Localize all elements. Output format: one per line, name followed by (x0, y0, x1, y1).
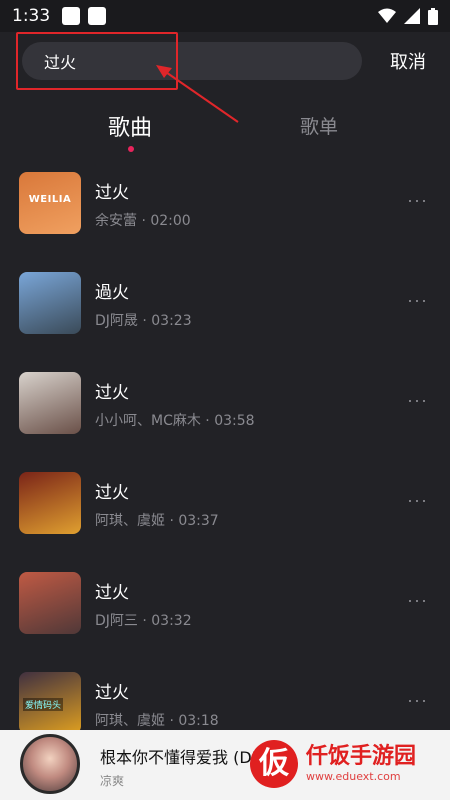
song-meta: 阿琪、虞姬 · 03:18 (95, 713, 219, 729)
song-list: WEILIA 过火 余安蕾 · 02:00 ··· 過火 DJ阿晟 · 03:2… (0, 160, 450, 760)
song-item[interactable]: 过火 阿琪、虞姬 · 03:37 ··· (0, 460, 450, 560)
status-indicators (378, 7, 438, 25)
song-cover (19, 372, 81, 434)
song-item[interactable]: WEILIA 过火 余安蕾 · 02:00 ··· (0, 160, 450, 260)
wifi-icon (378, 8, 396, 23)
now-playing-bar[interactable]: 根本你不懂得爱我 (DJ... 凉爽 仮 仟饭手游园 www.eduext.co… (0, 730, 450, 800)
song-cover: 爱情码头 (19, 672, 81, 734)
cancel-button[interactable]: 取消 (390, 48, 426, 74)
watermark-brand: 仟饭手游园 (306, 744, 417, 769)
watermark: 仮 仟饭手游园 www.eduext.com (250, 734, 450, 796)
song-cover: WEILIA (19, 172, 81, 234)
song-cover (19, 472, 81, 534)
song-meta: 余安蕾 · 02:00 (95, 213, 191, 229)
search-query: 过火 (44, 53, 77, 72)
more-options-icon[interactable]: ··· (407, 390, 428, 411)
cover-text: WEILIA (28, 194, 72, 205)
song-title: 过火 (95, 483, 129, 503)
now-playing-cover[interactable] (20, 734, 80, 794)
song-meta: 阿琪、虞姬 · 03:37 (95, 513, 219, 529)
song-meta: DJ阿晟 · 03:23 (95, 313, 192, 329)
tab-songs[interactable]: 歌曲 (108, 110, 152, 142)
notification-icon (88, 7, 107, 25)
watermark-url: www.eduext.com (306, 770, 401, 783)
song-meta: 小小呵、MC麻木 · 03:58 (95, 413, 255, 429)
status-time: 1:33 (12, 6, 51, 26)
more-options-icon[interactable]: ··· (407, 490, 428, 511)
signal-icon (404, 8, 420, 24)
search-header: 过火 取消 (0, 32, 450, 94)
now-playing-title: 根本你不懂得爱我 (DJ... (100, 748, 272, 767)
more-options-icon[interactable]: ··· (407, 190, 428, 211)
song-title: 过火 (95, 183, 129, 203)
song-item[interactable]: 过火 小小呵、MC麻木 · 03:58 ··· (0, 360, 450, 460)
tab-playlists[interactable]: 歌单 (300, 112, 338, 139)
tab-bar: 歌曲 歌单 (0, 100, 450, 156)
song-title: 過火 (95, 283, 129, 303)
now-playing-artist: 凉爽 (100, 774, 125, 788)
song-item[interactable]: 过火 DJ阿三 · 03:32 ··· (0, 560, 450, 660)
song-item[interactable]: 過火 DJ阿晟 · 03:23 ··· (0, 260, 450, 360)
notification-icon (62, 7, 81, 25)
song-cover (19, 572, 81, 634)
song-title: 过火 (95, 683, 129, 703)
song-title: 过火 (95, 383, 129, 403)
more-options-icon[interactable]: ··· (407, 690, 428, 711)
status-bar: 1:33 (0, 0, 450, 32)
song-cover (19, 272, 81, 334)
song-meta: DJ阿三 · 03:32 (95, 613, 192, 629)
song-title: 过火 (95, 583, 129, 603)
search-input[interactable]: 过火 (22, 42, 362, 80)
battery-icon (428, 7, 438, 25)
active-tab-indicator (128, 146, 134, 152)
cover-text: 爱情码头 (23, 698, 64, 711)
more-options-icon[interactable]: ··· (407, 590, 428, 611)
more-options-icon[interactable]: ··· (407, 290, 428, 311)
